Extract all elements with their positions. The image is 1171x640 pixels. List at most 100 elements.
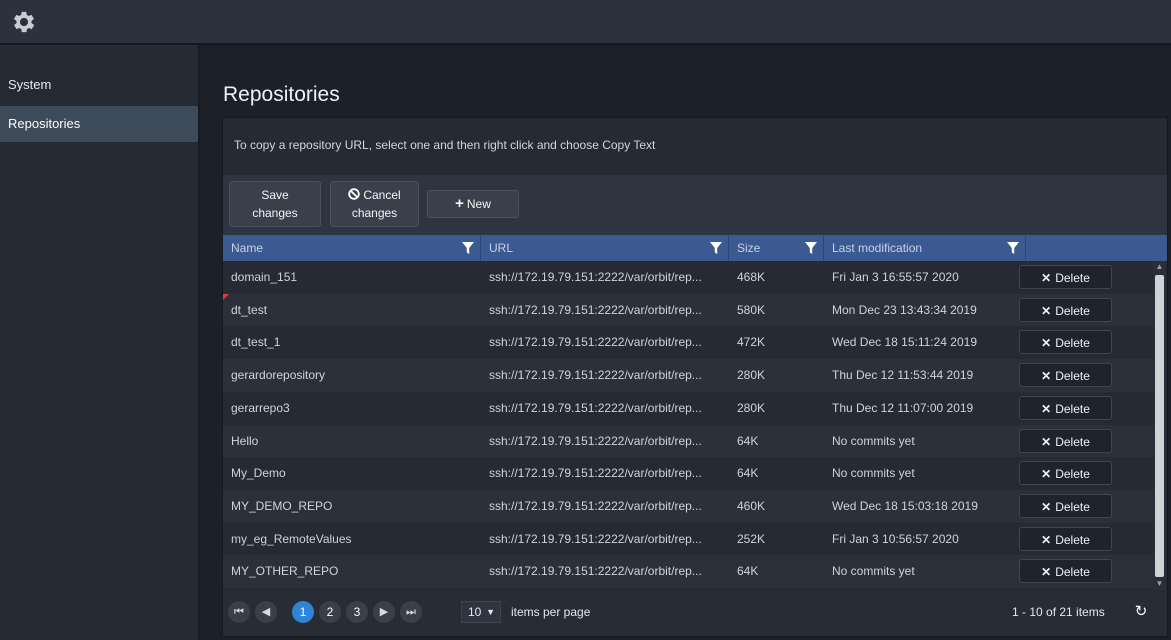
save-label-line2: changes xyxy=(252,206,298,220)
delete-label: Delete xyxy=(1055,369,1090,384)
items-per-page-select[interactable]: 10 ▼ xyxy=(461,601,501,623)
column-label-name: Name xyxy=(231,241,264,255)
repo-name-cell[interactable]: Hello xyxy=(223,425,481,458)
sidebar-item-repositories[interactable]: Repositories xyxy=(0,106,198,142)
sidebar: System Repositories xyxy=(0,45,200,640)
filter-icon[interactable] xyxy=(710,242,722,254)
repo-url-cell[interactable]: ssh://172.19.79.151:2222/var/orbit/rep..… xyxy=(481,359,729,392)
repo-url-cell[interactable]: ssh://172.19.79.151:2222/var/orbit/rep..… xyxy=(481,490,729,523)
repo-name-cell[interactable]: domain_151 xyxy=(223,261,481,294)
pager-info: 1 - 10 of 21 items xyxy=(1012,605,1105,619)
repo-url-cell[interactable]: ssh://172.19.79.151:2222/var/orbit/rep..… xyxy=(481,326,729,359)
delete-button[interactable]: ✕ Delete xyxy=(1019,526,1112,551)
vertical-scrollbar[interactable]: ▲ ▼ xyxy=(1153,261,1166,590)
repo-url-cell[interactable]: ssh://172.19.79.151:2222/var/orbit/rep..… xyxy=(481,425,729,458)
column-label-size: Size xyxy=(737,241,761,255)
repo-name-cell[interactable]: My_Demo xyxy=(223,457,481,490)
delete-button[interactable]: ✕ Delete xyxy=(1019,395,1112,420)
new-button[interactable]: + New xyxy=(427,190,519,218)
delete-button[interactable]: ✕ Delete xyxy=(1019,330,1112,355)
repo-name-cell[interactable]: dt_test xyxy=(223,294,481,327)
close-icon: ✕ xyxy=(1041,401,1052,416)
page-3-button[interactable]: 3 xyxy=(346,601,368,623)
ban-icon xyxy=(348,188,361,200)
repo-url-cell[interactable]: ssh://172.19.79.151:2222/var/orbit/rep..… xyxy=(481,261,729,294)
table-row[interactable]: MY_DEMO_REPO ssh://172.19.79.151:2222/va… xyxy=(223,489,1153,523)
save-changes-button[interactable]: Save changes xyxy=(229,181,321,227)
table-row[interactable]: My_Demo ssh://172.19.79.151:2222/var/orb… xyxy=(223,457,1153,490)
table-row[interactable]: gerardorepository ssh://172.19.79.151:22… xyxy=(223,359,1153,392)
next-page-icon[interactable]: ▶ xyxy=(373,601,395,623)
repo-size-cell: 64K xyxy=(737,466,759,481)
repo-name-cell[interactable]: gerarrepo3 xyxy=(223,392,481,425)
sidebar-item-system[interactable]: System xyxy=(0,67,198,103)
repo-modified-cell: No commits yet xyxy=(832,466,915,481)
gear-icon[interactable] xyxy=(10,8,38,36)
close-icon: ✕ xyxy=(1041,467,1052,482)
scroll-up-icon[interactable]: ▲ xyxy=(1153,261,1166,273)
column-header-last-modification[interactable]: Last modification xyxy=(824,235,1026,261)
table-row[interactable]: my_eg_RemoteValues ssh://172.19.79.151:2… xyxy=(223,522,1153,556)
table-body: domain_151 ssh://172.19.79.151:2222/var/… xyxy=(223,261,1167,590)
column-header-name[interactable]: Name xyxy=(223,235,481,261)
repo-modified-cell: Mon Dec 23 13:43:34 2019 xyxy=(832,302,977,317)
filter-icon[interactable] xyxy=(1007,242,1019,254)
page-1-button[interactable]: 1 xyxy=(292,601,314,623)
repo-url-cell[interactable]: ssh://172.19.79.151:2222/var/orbit/rep..… xyxy=(481,294,729,327)
repo-modified-cell: Wed Dec 18 15:11:24 2019 xyxy=(832,335,977,350)
repo-url-cell[interactable]: ssh://172.19.79.151:2222/var/orbit/rep..… xyxy=(481,392,729,425)
repo-name-cell[interactable]: gerardorepository xyxy=(223,359,481,392)
delete-button[interactable]: ✕ Delete xyxy=(1019,363,1112,388)
close-icon: ✕ xyxy=(1041,303,1052,318)
delete-label: Delete xyxy=(1055,532,1090,547)
table-row[interactable]: dt_test_1 ssh://172.19.79.151:2222/var/o… xyxy=(223,326,1153,360)
repo-name-cell[interactable]: MY_OTHER_REPO xyxy=(223,555,481,588)
repo-modified-cell: Fri Jan 3 16:55:57 2020 xyxy=(832,270,959,284)
repo-modified-cell: Thu Dec 12 11:07:00 2019 xyxy=(832,400,974,415)
delete-button[interactable]: ✕ Delete xyxy=(1019,297,1112,322)
repo-modified-cell: Fri Jan 3 10:56:57 2020 xyxy=(832,531,959,546)
close-icon: ✕ xyxy=(1041,532,1052,547)
table-row[interactable]: domain_151 ssh://172.19.79.151:2222/var/… xyxy=(223,261,1153,294)
delete-button[interactable]: ✕ Delete xyxy=(1019,461,1112,486)
repo-url-cell[interactable]: ssh://172.19.79.151:2222/var/orbit/rep..… xyxy=(481,523,729,556)
close-icon: ✕ xyxy=(1041,336,1052,351)
column-header-size[interactable]: Size xyxy=(729,235,824,261)
column-header-url[interactable]: URL xyxy=(481,235,729,261)
close-icon: ✕ xyxy=(1041,434,1052,449)
cancel-changes-button[interactable]: Cancel changes xyxy=(330,181,419,227)
delete-button[interactable]: ✕ Delete xyxy=(1019,493,1112,518)
delete-label: Delete xyxy=(1055,434,1090,449)
first-page-icon[interactable]: ⏮ xyxy=(228,601,250,623)
table-row[interactable]: MY_OTHER_REPO ssh://172.19.79.151:2222/v… xyxy=(223,555,1153,588)
column-label-last-modification: Last modification xyxy=(832,241,923,255)
page-2-button[interactable]: 2 xyxy=(319,601,341,623)
close-icon: ✕ xyxy=(1041,271,1052,285)
refresh-icon[interactable]: ↻ xyxy=(1127,601,1155,623)
delete-label: Delete xyxy=(1055,271,1090,285)
scroll-down-icon[interactable]: ▼ xyxy=(1153,578,1166,590)
repo-size-cell: 280K xyxy=(737,368,766,383)
delete-button[interactable]: ✕ Delete xyxy=(1019,428,1112,453)
last-page-icon[interactable]: ⏭ xyxy=(400,601,422,623)
pager: ⏮ ◀ 1 2 3 ▶ ⏭ 10 ▼ items per page 1 - 10… xyxy=(223,590,1167,636)
new-label: New xyxy=(466,197,491,211)
filter-icon[interactable] xyxy=(805,242,817,254)
repo-name-cell[interactable]: MY_DEMO_REPO xyxy=(223,490,481,523)
delete-button[interactable]: ✕ Delete xyxy=(1019,559,1112,584)
repo-modified-cell: No commits yet xyxy=(832,433,915,448)
save-label-line1: Save xyxy=(261,188,289,202)
delete-button[interactable]: ✕ Delete xyxy=(1019,265,1112,289)
repo-url-cell[interactable]: ssh://172.19.79.151:2222/var/orbit/rep..… xyxy=(481,555,729,588)
table-row[interactable]: dt_test ssh://172.19.79.151:2222/var/orb… xyxy=(223,293,1153,327)
repo-name-cell[interactable]: dt_test_1 xyxy=(223,326,481,359)
repo-name-cell[interactable]: my_eg_RemoteValues xyxy=(223,523,481,556)
filter-icon[interactable] xyxy=(462,242,474,254)
delete-label: Delete xyxy=(1055,401,1090,416)
table-row[interactable]: Hello ssh://172.19.79.151:2222/var/orbit… xyxy=(223,424,1153,458)
top-bar xyxy=(0,0,1171,45)
table-row[interactable]: gerarrepo3 ssh://172.19.79.151:2222/var/… xyxy=(223,391,1153,425)
repo-url-cell[interactable]: ssh://172.19.79.151:2222/var/orbit/rep..… xyxy=(481,457,729,490)
scrollbar-thumb[interactable] xyxy=(1155,275,1164,577)
prev-page-icon[interactable]: ◀ xyxy=(255,601,277,623)
